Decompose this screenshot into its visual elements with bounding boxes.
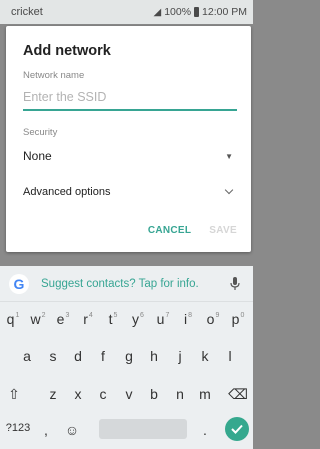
advanced-options-label: Advanced options [23, 186, 111, 198]
save-button[interactable]: SAVE [209, 225, 237, 236]
key-i[interactable]: i8 [184, 311, 192, 327]
key-a[interactable]: a [23, 348, 31, 364]
clock: 12:00 PM [202, 6, 247, 18]
key-t[interactable]: t5 [109, 311, 118, 327]
comma-key[interactable]: , [44, 422, 48, 438]
key-w[interactable]: w2 [30, 311, 45, 327]
emoji-icon[interactable]: ☺ [65, 422, 79, 438]
key-o[interactable]: o9 [207, 311, 220, 327]
ssid-input[interactable] [23, 85, 237, 111]
backspace-icon[interactable]: ⌫ [228, 386, 248, 403]
cancel-button[interactable]: CANCEL [148, 225, 191, 236]
suggestion-strip[interactable]: G Suggest contacts? Tap for info. [0, 266, 253, 302]
key-u[interactable]: u7 [157, 311, 170, 327]
advanced-options-toggle[interactable]: Advanced options [23, 183, 237, 201]
key-s[interactable]: s [50, 348, 57, 364]
key-q[interactable]: q1 [7, 311, 20, 327]
security-label: Security [23, 127, 58, 138]
key-d[interactable]: d [74, 348, 82, 364]
status-icons: ◢ 100% 12:00 PM [153, 6, 247, 18]
key-r[interactable]: r4 [83, 311, 93, 327]
key-p[interactable]: p0 [232, 311, 245, 327]
key-x[interactable]: x [75, 386, 82, 402]
battery-percent: 100% [164, 6, 192, 18]
key-j[interactable]: j [178, 348, 181, 364]
key-l[interactable]: l [228, 348, 231, 364]
add-network-dialog: Add network Network name Security None ▼… [6, 26, 251, 252]
key-y[interactable]: y6 [132, 311, 144, 327]
key-h[interactable]: h [150, 348, 158, 364]
battery-icon [194, 7, 200, 17]
security-dropdown[interactable]: None ▼ [23, 147, 237, 165]
dropdown-arrow-icon: ▼ [225, 151, 233, 161]
dialog-actions: CANCEL SAVE [148, 225, 237, 236]
key-f[interactable]: f [101, 348, 105, 364]
key-g[interactable]: g [125, 348, 133, 364]
google-g-icon[interactable]: G [9, 273, 29, 294]
shift-icon[interactable]: ⇧ [8, 386, 20, 403]
symbols-key[interactable]: ?123 [6, 422, 30, 434]
key-k[interactable]: k [202, 348, 209, 364]
status-bar: cricket ◢ 100% 12:00 PM [0, 0, 253, 24]
key-c[interactable]: c [100, 386, 107, 402]
network-name-label: Network name [23, 70, 85, 81]
security-value: None [23, 149, 52, 163]
microphone-icon[interactable] [228, 276, 242, 292]
chevron-down-icon [224, 185, 234, 195]
enter-check-icon[interactable] [225, 417, 249, 441]
carrier-name: cricket [11, 6, 43, 18]
signal-icon: ◢ [153, 6, 162, 18]
key-m[interactable]: m [199, 386, 211, 402]
key-e[interactable]: e3 [57, 311, 70, 327]
period-key[interactable]: . [203, 422, 207, 438]
suggestion-text[interactable]: Suggest contacts? Tap for info. [41, 278, 228, 290]
dialog-title: Add network [23, 43, 111, 59]
soft-keyboard: G Suggest contacts? Tap for info. q1 w2 … [0, 266, 253, 449]
space-bar[interactable] [99, 419, 187, 439]
key-n[interactable]: n [176, 386, 184, 402]
key-b[interactable]: b [150, 386, 158, 402]
key-z[interactable]: z [50, 386, 57, 402]
key-v[interactable]: v [126, 386, 133, 402]
